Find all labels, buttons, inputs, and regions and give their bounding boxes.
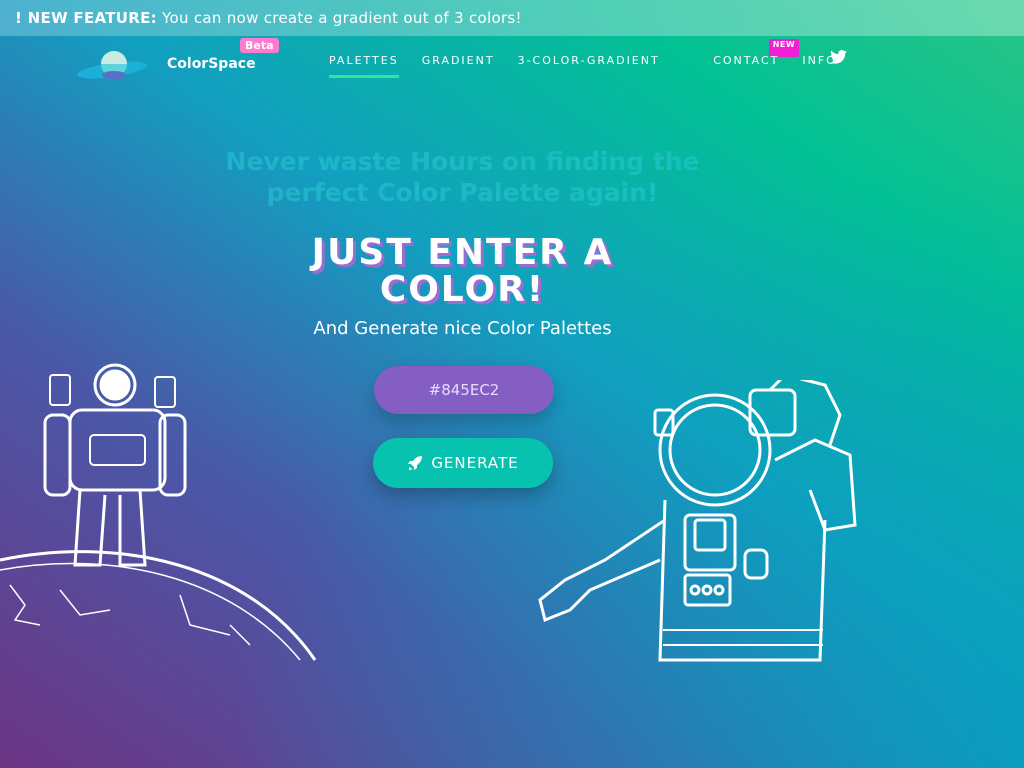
astronaut-on-planet-illustration [0, 363, 317, 661]
hero-title: JUST ENTER A COLOR! [311, 232, 614, 310]
banner-prefix: ! NEW FEATURE: [15, 9, 157, 27]
tagline: Never waste Hours on finding the perfect… [225, 147, 700, 207]
nav-3-color-gradient-label: 3-COLOR-GRADIENT [517, 54, 660, 67]
navbar: ColorSpace Beta PALETTES GRADIENT 3-COLO… [0, 36, 1024, 96]
generate-button[interactable]: GENERATE [373, 438, 553, 488]
generate-label: GENERATE [431, 454, 519, 472]
nav-3-color-gradient[interactable]: 3-COLOR-GRADIENTNEW [517, 39, 800, 78]
brand-name[interactable]: ColorSpace [167, 56, 256, 72]
hero-subtitle: And Generate nice Color Palettes [313, 318, 612, 339]
banner-text: You can now create a gradient out of 3 c… [156, 9, 522, 27]
feature-banner: ! NEW FEATURE: You can now create a grad… [0, 0, 1024, 36]
nav-palettes[interactable]: PALETTES [329, 54, 399, 78]
nav-gradient[interactable]: GRADIENT [422, 54, 495, 78]
astronaut-waving-illustration [538, 380, 857, 662]
nav-contact[interactable]: CONTACT [713, 54, 779, 78]
rocket-icon [408, 456, 423, 470]
twitter-icon[interactable] [830, 50, 847, 64]
nav-links: PALETTES GRADIENT 3-COLOR-GRADIENTNEW CO… [329, 39, 837, 78]
color-input[interactable] [374, 366, 554, 414]
planet-logo-icon[interactable] [76, 50, 148, 82]
beta-badge: Beta [240, 38, 279, 53]
